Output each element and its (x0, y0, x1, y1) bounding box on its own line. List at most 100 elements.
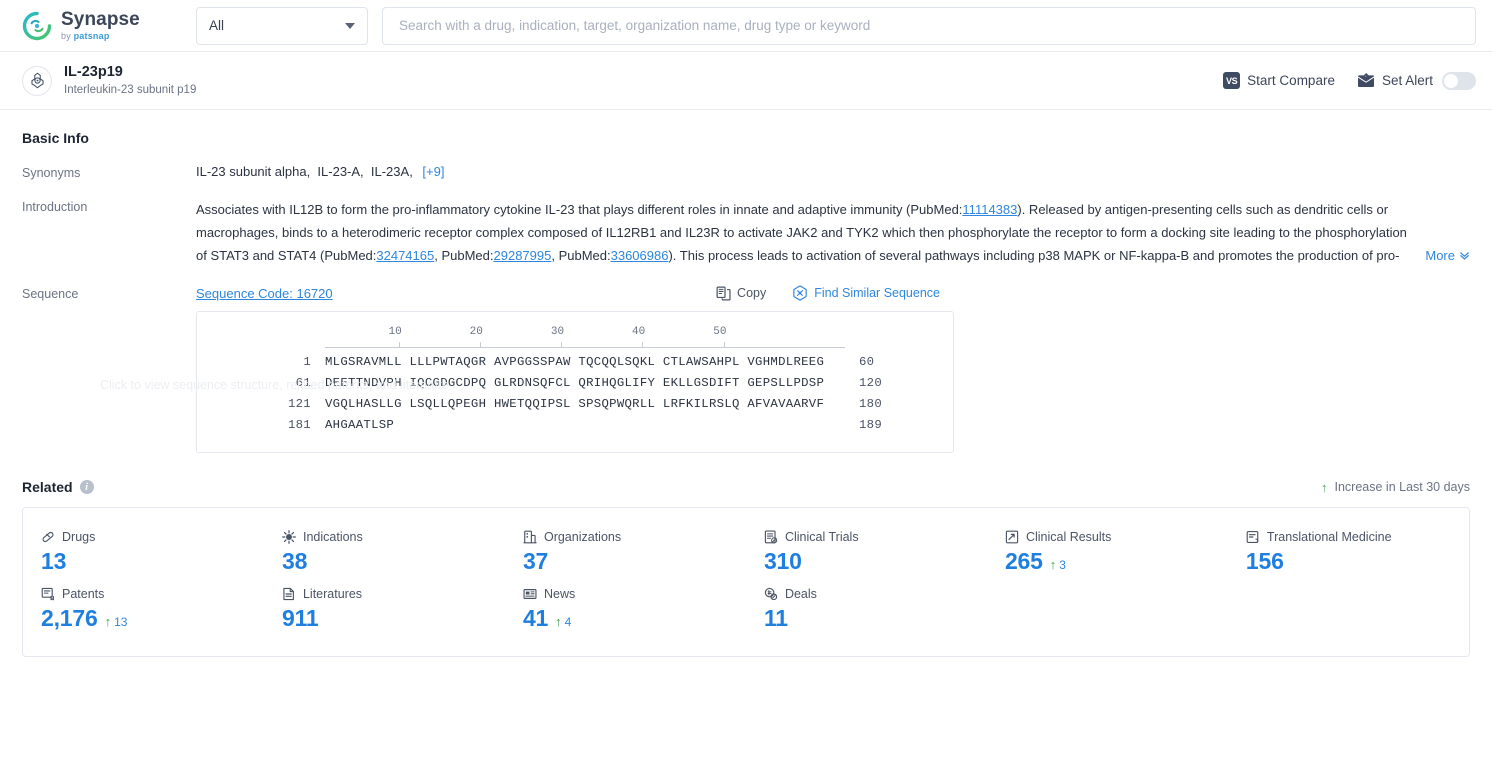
logo-wordmark: Synapse (61, 9, 140, 30)
alert-toggle[interactable] (1442, 71, 1476, 90)
find-similar-sequence-button[interactable]: Find Similar Sequence (792, 285, 940, 301)
metric-count[interactable]: 38 (282, 548, 307, 575)
pubmed-link[interactable]: 33606986 (611, 248, 669, 263)
metric-label-text: Drugs (62, 530, 96, 544)
main-content: Basic Info Synonyms IL-23 subunit alpha,… (0, 110, 1492, 657)
copy-sequence-button[interactable]: Copy (716, 286, 766, 301)
increase-legend: ↑ Increase in Last 30 days (1321, 480, 1470, 494)
related-metric-clinical-results[interactable]: Clinical Results 265 ↑ 3 (987, 524, 1228, 581)
metric-delta-value: 3 (1059, 558, 1066, 572)
sequence-start-index: 1 (303, 355, 311, 369)
chevron-down-icon (1459, 250, 1470, 261)
copy-icon (716, 286, 731, 301)
related-metric-indications[interactable]: Indications 38 (264, 524, 505, 581)
metric-count[interactable]: 310 (764, 548, 802, 575)
sequence-code-link[interactable]: Sequence Code: 16720 (196, 286, 333, 301)
synapse-logo[interactable]: Synapse by patsnap (22, 10, 174, 41)
ruler-tick (642, 342, 644, 348)
metric-label: Clinical Trials (764, 530, 987, 544)
related-title-group: Related i (22, 479, 94, 495)
sequence-end-index: 60 (859, 355, 875, 369)
ruler-tick-label: 50 (713, 326, 727, 338)
metric-value-row: 2,176 ↑ 13 (41, 605, 264, 632)
arrow-up-icon: ↑ (104, 614, 112, 629)
alert-envelope-icon (1357, 73, 1375, 88)
related-metric-news[interactable]: News 41 ↑ 4 (505, 581, 746, 638)
metric-count[interactable]: 11 (764, 605, 788, 632)
metric-count[interactable]: 265 (1005, 548, 1043, 575)
related-metric-drugs[interactable]: Drugs 13 (23, 524, 264, 581)
metric-value-row: 265 ↑ 3 (1005, 548, 1228, 575)
start-compare-button[interactable]: VS Start Compare (1223, 72, 1335, 89)
find-similar-label: Find Similar Sequence (814, 286, 940, 300)
synonyms-more-link[interactable]: [+9] (422, 164, 444, 179)
metric-count[interactable]: 156 (1246, 548, 1284, 575)
related-metric-literatures[interactable]: Literatures 911 (264, 581, 505, 638)
info-icon[interactable]: i (79, 480, 94, 494)
sequence-line: 61 DEETTNDVPH IQCGDGCDPQ GLRDNSQFCL QRIHQ… (197, 373, 953, 394)
metric-label: Indications (282, 530, 505, 544)
introduction-more-button[interactable]: More (1417, 244, 1470, 267)
metric-count[interactable]: 911 (282, 605, 319, 632)
sequence-residues: DEETTNDVPH IQCGDGCDPQ GLRDNSQFCL QRIHQGL… (325, 376, 825, 390)
metric-value-row: 13 (41, 548, 264, 575)
metric-value-row: 37 (523, 548, 746, 575)
metric-label-text: Translational Medicine (1266, 530, 1392, 544)
sequence-end-index: 120 (859, 376, 883, 390)
related-metric-patents[interactable]: Patents 2,176 ↑ 13 (23, 581, 264, 638)
global-search-box[interactable] (382, 6, 1476, 45)
ruler-tick-label: 30 (550, 326, 565, 338)
related-metric-translational-medicine[interactable]: Translational Medicine 156 (1228, 524, 1469, 581)
metric-delta-value: 4 (564, 615, 572, 629)
metric-delta: ↑ 4 (555, 615, 571, 629)
related-metric-clinical-trials[interactable]: Clinical Trials 310 (746, 524, 987, 581)
set-alert-button[interactable]: Set Alert (1357, 71, 1476, 90)
clinical-result-icon (1005, 530, 1019, 544)
search-input[interactable] (397, 17, 1461, 34)
deal-icon (764, 587, 778, 601)
pubmed-link[interactable]: 11114383 (962, 202, 1017, 217)
basic-info-title: Basic Info (22, 130, 89, 146)
metric-label: Patents (41, 587, 264, 601)
metric-count[interactable]: 37 (523, 548, 548, 575)
sequence-residues: VGQLHASLLG LSQLLQPEGH HWETQQIPSL SPSQPWQ… (325, 397, 825, 411)
metric-label-text: Deals (784, 587, 817, 601)
metric-count[interactable]: 41 (523, 605, 548, 632)
ruler-tick (479, 342, 481, 348)
translational-medicine-icon (1246, 530, 1260, 544)
related-metric-deals[interactable]: Deals 11 (746, 581, 987, 638)
metric-label: Deals (764, 587, 987, 601)
related-title: Related (22, 479, 73, 495)
metric-label: Translational Medicine (1246, 530, 1469, 544)
metric-value-row: 41 ↑ 4 (523, 605, 746, 632)
sequence-start-index: 121 (287, 397, 311, 411)
metric-count[interactable]: 2,176 (41, 605, 98, 632)
metric-label-text: Clinical Trials (784, 530, 859, 544)
metric-count[interactable]: 13 (41, 548, 66, 575)
pubmed-link[interactable]: 29287995 (494, 248, 552, 263)
synonym-item: IL-23A, (370, 164, 417, 179)
more-label: More (1425, 248, 1455, 263)
top-navigation-bar: Synapse by patsnap All (0, 0, 1492, 52)
arrow-up-icon: ↑ (1049, 557, 1057, 572)
literature-icon (282, 587, 296, 601)
pubmed-link[interactable]: 32474165 (376, 248, 434, 263)
metric-label: Clinical Results (1005, 530, 1228, 544)
sequence-residues: AHGAATLSP (325, 418, 395, 432)
search-scope-value: All (209, 18, 225, 33)
introduction-fragment: , PubMed: (434, 248, 494, 263)
arrow-up-icon: ↑ (1321, 479, 1328, 495)
related-heading: Related i ↑ Increase in Last 30 days (22, 479, 1470, 495)
metric-label: News (523, 587, 746, 601)
related-metric-organizations[interactable]: Organizations 37 (505, 524, 746, 581)
related-metrics-card: Drugs 13 Indications 38 Organizations 37 Clini… (22, 507, 1470, 657)
find-similar-icon (792, 285, 808, 301)
introduction-fragment: , PubMed: (551, 248, 611, 263)
metric-delta-value: 13 (114, 615, 128, 629)
metric-label-text: Organizations (543, 530, 622, 544)
metric-value-row: 11 (764, 605, 987, 632)
set-alert-label: Set Alert (1381, 73, 1433, 88)
sequence-panel[interactable]: 10 20 30 40 50 1 MLGSRAVMLL LLLPWTAQGR AVPGGS… (196, 311, 954, 453)
search-scope-dropdown[interactable]: All (196, 6, 368, 45)
ruler-axis (325, 347, 845, 348)
